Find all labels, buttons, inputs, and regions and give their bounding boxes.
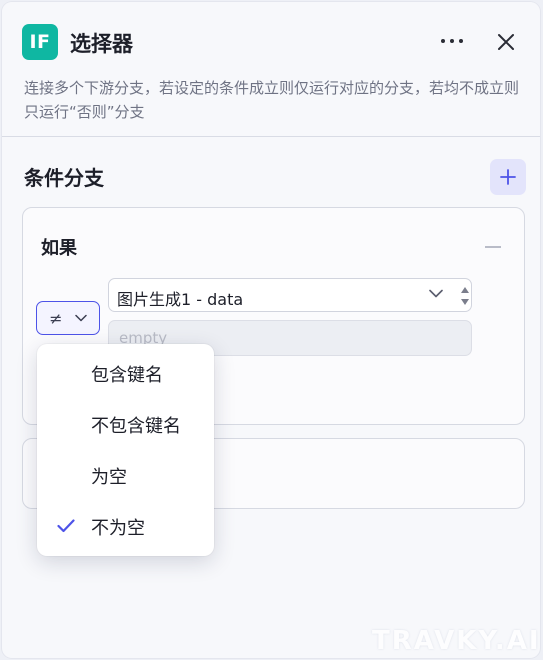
option-label: 不为空 — [91, 518, 145, 539]
section-title: 条件分支 — [24, 166, 104, 190]
add-branch-button[interactable] — [490, 159, 526, 195]
chevron-down-icon — [75, 314, 87, 322]
option-label: 包含键名 — [91, 365, 163, 386]
panel-header: IF 选择器 连接多个下游分支，若设定的条件成立则仅运行对应的分支，若均不成立则… — [2, 2, 540, 137]
dropdown-option-selected[interactable]: 不为空 — [37, 503, 214, 551]
close-button[interactable] — [490, 26, 522, 58]
selector-node-panel: IF 选择器 连接多个下游分支，若设定的条件成立则仅运行对应的分支，若均不成立则… — [2, 2, 540, 658]
close-icon — [498, 34, 514, 50]
check-icon — [57, 519, 75, 533]
variable-select[interactable]: 图片生成1 - data — [108, 278, 472, 312]
variable-label: 图片生成1 - data — [117, 290, 244, 309]
chevron-down-icon — [429, 289, 443, 298]
operator-dropdown-menu: 包含键名 不包含键名 为空 不为空 — [37, 344, 214, 556]
dropdown-option[interactable]: 不包含键名 — [37, 401, 214, 449]
more-dot — [459, 39, 463, 43]
branch-title: 如果 — [41, 238, 77, 259]
more-options-button[interactable] — [434, 26, 470, 56]
watermark-logo: TRAVKY.AI — [372, 626, 540, 656]
plus-icon — [500, 169, 516, 185]
panel-title: 选择器 — [70, 32, 133, 56]
not-equal-icon: ≠ — [49, 308, 63, 328]
more-dot — [450, 39, 454, 43]
more-horizontal-icon — [441, 39, 445, 43]
dropdown-option[interactable]: 为空 — [37, 452, 214, 500]
minus-icon[interactable] — [485, 246, 501, 248]
if-node-icon: IF — [22, 24, 58, 60]
dropdown-option[interactable]: 包含键名 — [37, 350, 214, 398]
number-stepper-icon[interactable] — [459, 283, 471, 309]
option-label: 为空 — [91, 467, 127, 488]
operator-select[interactable]: ≠ — [36, 301, 100, 335]
panel-description: 连接多个下游分支，若设定的条件成立则仅运行对应的分支，若均不成立则只运行“否则”… — [24, 79, 520, 121]
option-label: 不包含键名 — [91, 416, 181, 437]
